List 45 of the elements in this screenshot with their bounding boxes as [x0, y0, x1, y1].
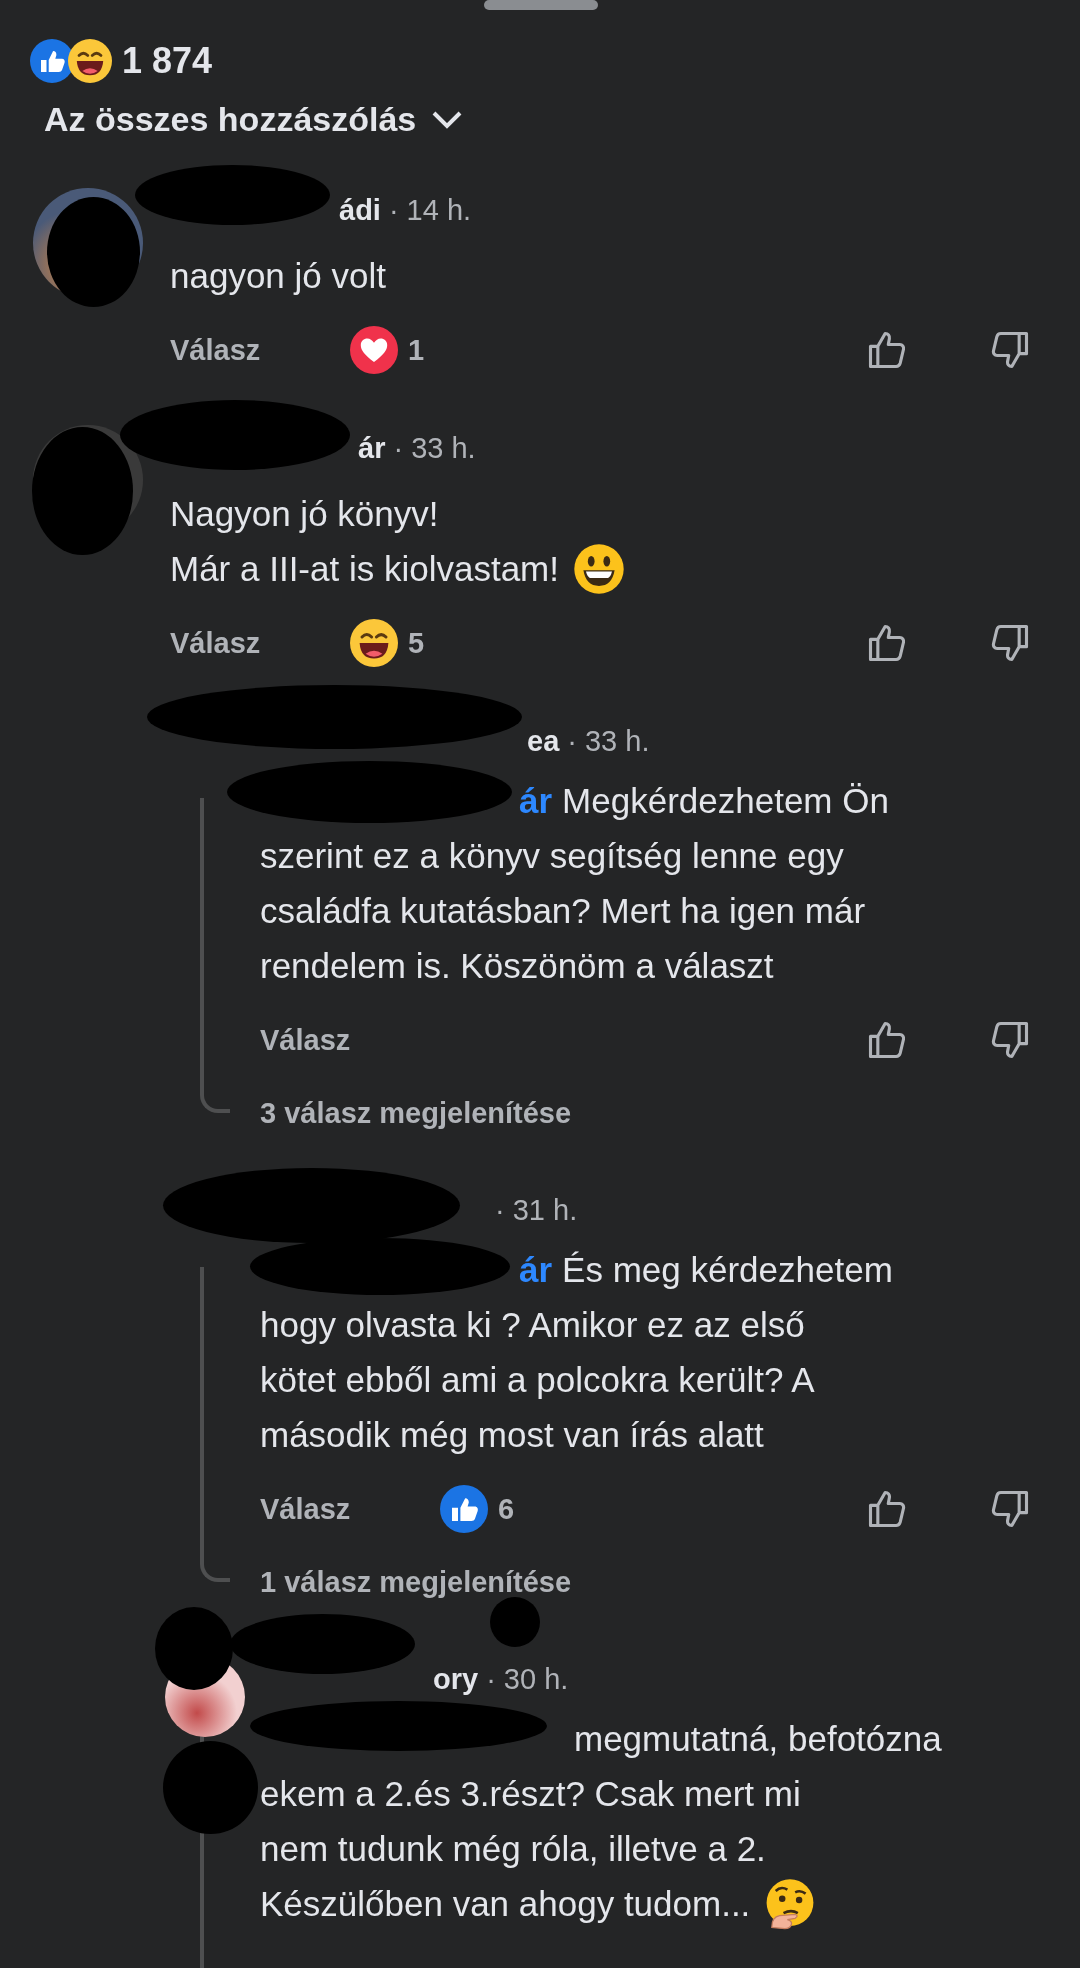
thumbs-up-icon — [30, 39, 74, 83]
reaction-count[interactable]: 1 — [408, 333, 425, 367]
comment-text: nem tudunk még róla, illetve a 2. — [260, 1828, 766, 1870]
view-replies-link[interactable]: 1 válasz megjelenítése — [260, 1562, 572, 1602]
redacted-avatar[interactable] — [155, 1607, 245, 1737]
comment-time: · 14 h. — [388, 193, 472, 227]
mention-link[interactable]: ár — [519, 773, 553, 828]
view-replies-link[interactable]: 3 válasz megjelenítése — [260, 1093, 572, 1133]
comment-text: ekem a 2.és 3.részt? Csak mert mi — [260, 1773, 801, 1815]
reply-link[interactable]: Válasz — [170, 626, 261, 660]
laughing-face-icon — [350, 619, 398, 667]
commenter-name[interactable]: ea — [527, 724, 560, 758]
comment-time: · 33 h. — [393, 431, 476, 465]
comment-text: második még most van írás alatt — [260, 1414, 764, 1456]
reaction-count[interactable]: 1 874 — [122, 40, 213, 82]
reply-link[interactable]: Válasz — [260, 1492, 351, 1526]
redaction-mark — [490, 1597, 540, 1647]
laughing-face-icon — [68, 39, 112, 83]
reaction-count[interactable]: 5 — [408, 626, 425, 660]
comment-text: Megkérdezhetem Ön — [562, 780, 889, 822]
commenter-name[interactable]: ádi — [339, 193, 381, 227]
thumbs-up-icon — [440, 1485, 488, 1533]
comment-text: Készülőben van ahogy tudom... — [260, 1883, 751, 1925]
reaction-count[interactable]: 6 — [498, 1492, 515, 1526]
comment-time: · 30 h. — [486, 1662, 569, 1696]
comment-text: rendelem is. Köszönöm a választ — [260, 945, 774, 987]
mention-link[interactable]: ár — [519, 1242, 553, 1297]
smiling-face-icon — [573, 542, 625, 595]
commenter-name[interactable]: ár — [358, 431, 386, 465]
comment-text: nagyon jó volt — [170, 255, 386, 297]
drag-handle[interactable] — [484, 0, 598, 10]
comment-text: családfa kutatásban? Mert ha igen már — [260, 890, 866, 932]
comment-text: szerint ez a könyv segítség lenne egy — [260, 835, 844, 877]
sort-dropdown[interactable]: Az összes hozzászólás — [44, 100, 465, 139]
comment-text: kötet ebből ami a polcokra került? A — [260, 1359, 815, 1401]
comment-time: · 33 h. — [567, 724, 650, 758]
comment-time: · 31 h. — [495, 1193, 578, 1227]
comment-text: megmutatná, befotózna — [574, 1718, 942, 1760]
comment-text: Már a III-at is kiolvastam! — [170, 548, 559, 590]
comment-text: És meg kérdezhetem — [562, 1249, 893, 1291]
comment-text: hogy olvasta ki ? Amikor ez az első — [260, 1304, 805, 1346]
reply-link[interactable]: Válasz — [260, 1023, 351, 1057]
reply-link[interactable]: Válasz — [170, 333, 261, 367]
comment-text: Nagyon jó könyv! — [170, 493, 439, 535]
commenter-name[interactable]: ory — [433, 1662, 479, 1696]
